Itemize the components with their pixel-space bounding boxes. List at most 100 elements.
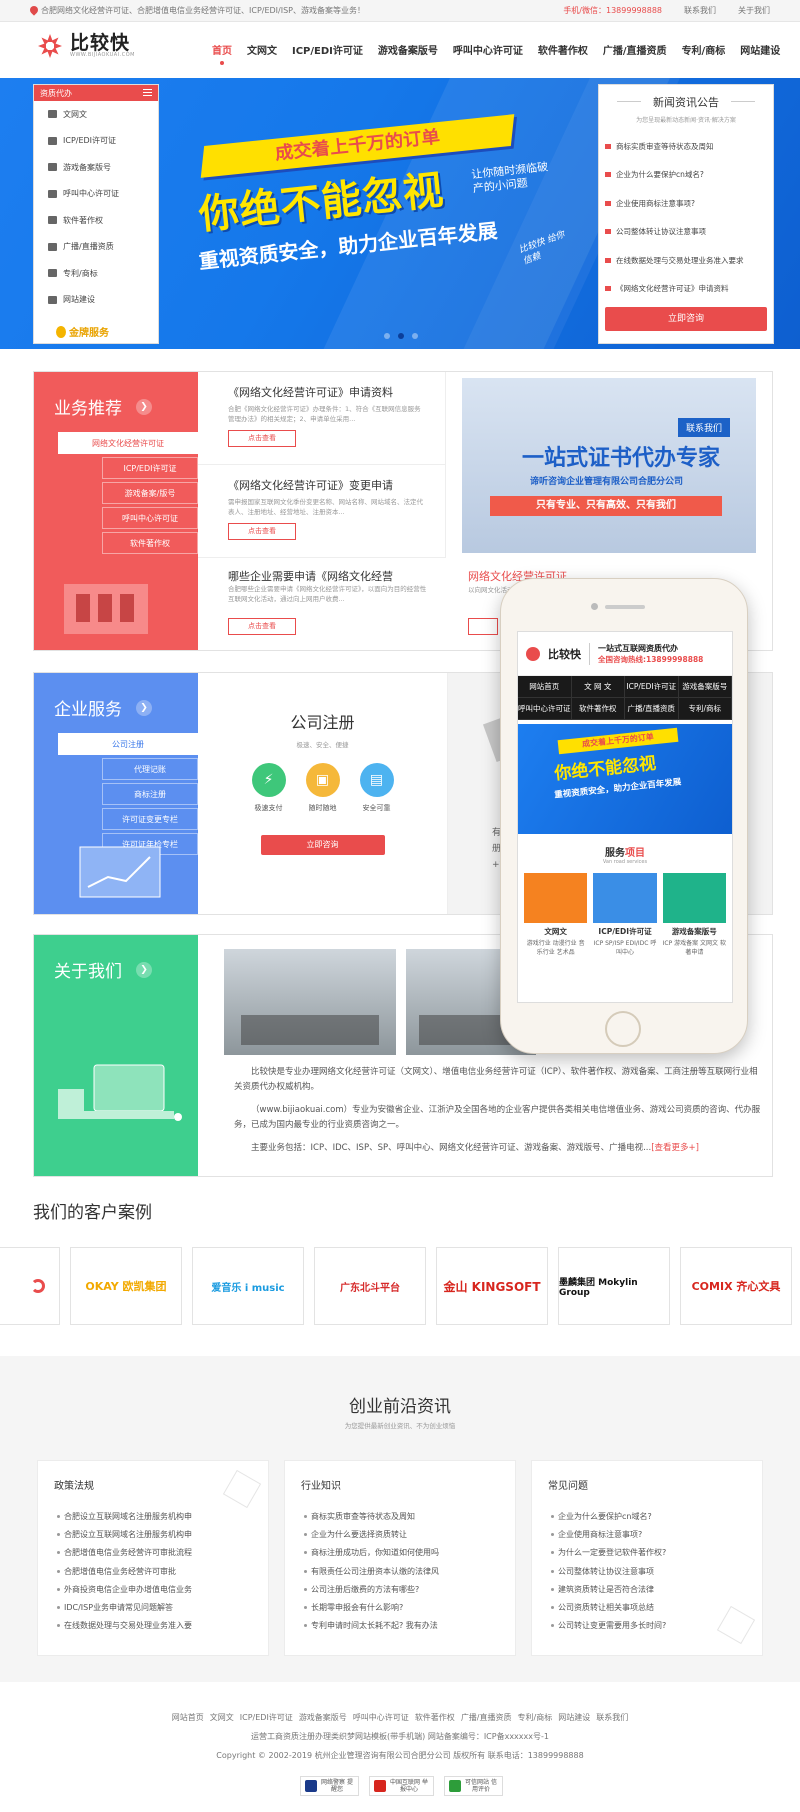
news-link[interactable]: 专利申请时间太长耗不起? 我有办法 — [304, 1620, 439, 1638]
news-link[interactable]: 公司整体转让协议注意事项 — [550, 1566, 666, 1584]
category-item[interactable]: 游戏备案版号 — [34, 154, 158, 181]
tab-icp[interactable]: ICP/EDI许可证 — [102, 457, 198, 479]
menu-icon[interactable] — [143, 89, 152, 96]
footer-link[interactable]: 游戏备案版号 — [299, 1712, 347, 1723]
category-item[interactable]: ICP/EDI许可证 — [34, 128, 158, 155]
footer-link[interactable]: 文网文 — [210, 1712, 234, 1723]
news-link[interactable]: IDC/ISP业务申请常见问题解答 — [57, 1602, 192, 1620]
contact-link[interactable]: 联系我们 — [684, 5, 716, 16]
mobile-nav-item[interactable]: 文 网 文 — [571, 676, 625, 698]
news-item[interactable]: 企业使用商标注意事项? — [599, 189, 773, 218]
tab-trademark[interactable]: 商标注册 — [102, 783, 198, 805]
client-logo[interactable]: 墨麟集团 Mokylin Group — [558, 1247, 670, 1325]
category-item[interactable]: 软件著作权 — [34, 207, 158, 234]
category-item[interactable]: 呼叫中心许可证 — [34, 181, 158, 208]
about-link[interactable]: 关于我们 — [738, 5, 770, 16]
news-link[interactable]: 合肥增值电信业务经营许可审批 — [57, 1566, 192, 1584]
carousel-dot[interactable] — [412, 333, 418, 339]
category-item[interactable]: 专利/商标 — [34, 260, 158, 287]
news-column-title[interactable]: 行业知识 — [301, 1477, 341, 1492]
promo-ad[interactable]: 联系我们 一站式证书代办专家 谛听咨询企业管理有限公司合肥分公司 只有专业、只有… — [462, 378, 756, 553]
view-button[interactable] — [468, 618, 498, 635]
news-column-title[interactable]: 常见问题 — [548, 1477, 588, 1492]
tab-callcenter[interactable]: 呼叫中心许可证 — [102, 507, 198, 529]
tab-company-reg[interactable]: 公司注册 — [58, 733, 198, 755]
police-badge[interactable]: 网络警察 提醒您 — [300, 1776, 359, 1796]
news-link[interactable]: 商标注册成功后，你知道如何使用吗 — [304, 1547, 439, 1565]
news-item[interactable]: 在线数据处理与交易处理业务准入要求 — [599, 246, 773, 275]
consult-button[interactable]: 立即咨询 — [260, 835, 385, 855]
mobile-logo[interactable]: 比较快 — [548, 646, 581, 662]
business-item-title[interactable]: 《网络文化经营许可证》变更申请 — [228, 477, 445, 493]
mobile-nav-item[interactable]: 广播/直播资质 — [625, 698, 679, 720]
tab-bookkeeping[interactable]: 代理记账 — [102, 758, 198, 780]
business-item-title[interactable]: 哪些企业需要申请《网络文化经营 — [228, 568, 393, 584]
tab-software[interactable]: 软件著作权 — [102, 532, 198, 554]
consult-now-button[interactable]: 立即咨询 — [605, 307, 767, 331]
contact-us-tag[interactable]: 联系我们 — [677, 418, 730, 437]
news-column-title[interactable]: 政策法规 — [54, 1477, 94, 1492]
footer-link[interactable]: 呼叫中心许可证 — [353, 1712, 409, 1723]
tab-wenwangwen[interactable]: 网络文化经营许可证 — [58, 432, 198, 454]
footer-link[interactable]: ICP/EDI许可证 — [240, 1712, 293, 1723]
carousel-dot-active[interactable] — [398, 333, 404, 339]
nav-software[interactable]: 软件著作权 — [538, 42, 588, 57]
client-logo[interactable]: 金山 KINGSOFT — [436, 1247, 548, 1325]
category-item[interactable]: 文网文 — [34, 101, 158, 128]
nav-website[interactable]: 网站建设 — [740, 42, 780, 57]
category-item[interactable]: 网站建设 — [34, 287, 158, 314]
tab-license-change[interactable]: 许可证变更专栏 — [102, 808, 198, 830]
mobile-nav-item[interactable]: 软件著作权 — [571, 698, 625, 720]
footer-link[interactable]: 广播/直播资质 — [461, 1712, 512, 1723]
news-item[interactable]: 企业为什么要保护cn域名? — [599, 161, 773, 190]
news-link[interactable]: 合肥设立互联网域名注册服务机构申 — [57, 1511, 192, 1529]
client-logo[interactable]: COMIX 齐心文具 — [680, 1247, 792, 1325]
news-link[interactable]: 为什么一定要登记软件著作权? — [550, 1547, 666, 1565]
news-link[interactable]: 在线数据处理与交易处理业务准入要 — [57, 1620, 192, 1638]
client-logo[interactable]: 爱音乐 i music — [192, 1247, 304, 1325]
nav-patent[interactable]: 专利/商标 — [682, 42, 726, 57]
nav-wenwangwen[interactable]: 文网文 — [247, 42, 277, 57]
news-link[interactable]: 合肥设立互联网域名注册服务机构申 — [57, 1529, 192, 1547]
news-link[interactable]: 公司资质转让相关事项总结 — [550, 1602, 666, 1620]
mobile-nav-item[interactable]: ICP/EDI许可证 — [625, 676, 679, 698]
phone-link[interactable]: 手机/微信：13899998888 — [563, 5, 662, 16]
report-badge[interactable]: 中国互联网 举报中心 — [369, 1776, 434, 1796]
nav-icp[interactable]: ICP/EDI许可证 — [292, 42, 363, 57]
view-button[interactable]: 点击查看 — [228, 618, 296, 635]
nav-game[interactable]: 游戏备案版号 — [378, 42, 438, 57]
category-item[interactable]: 广播/直播资质 — [34, 234, 158, 261]
arrow-right-icon[interactable]: ❯ — [136, 398, 152, 415]
news-link[interactable]: 建筑资质转让是否符合法律 — [550, 1584, 666, 1602]
news-link[interactable]: 外商投资电信企业申办增值电信业务 — [57, 1584, 192, 1602]
nav-callcenter[interactable]: 呼叫中心许可证 — [453, 42, 523, 57]
news-link[interactable]: 公司转让变更需要用多长时间? — [550, 1620, 666, 1638]
tab-game[interactable]: 游戏备案/版号 — [102, 482, 198, 504]
news-link[interactable]: 企业为什么要选择资质转让 — [304, 1529, 439, 1547]
news-item[interactable]: 商标实质审查等待状态及周知 — [599, 132, 773, 161]
mobile-service-card[interactable]: 游戏备案版号 ICP 游戏备案 文网文 软著申请 — [662, 873, 726, 957]
mobile-nav-item[interactable]: 网站首页 — [518, 676, 572, 698]
news-link[interactable]: 合肥增值电信业务经营许可审批流程 — [57, 1547, 192, 1565]
news-item[interactable]: 公司整体转让协议注意事项 — [599, 218, 773, 247]
site-logo[interactable]: 比较快 WWW.BIJIAOKUAI.COM — [36, 32, 135, 60]
news-link[interactable]: 有限责任公司注册资本认缴的法律风 — [304, 1566, 439, 1584]
arrow-right-icon[interactable]: ❯ — [136, 699, 152, 716]
mobile-hotline[interactable]: 全国咨询热线:13899998888 — [598, 654, 703, 665]
mobile-service-card[interactable]: ICP/EDI许可证 ICP SP/ISP EDI/IDC 呼叫中心 — [593, 873, 657, 957]
read-more-link[interactable]: [查看更多+] — [651, 1143, 699, 1153]
news-link[interactable]: 商标实质审查等待状态及周知 — [304, 1511, 439, 1529]
news-link[interactable]: 长期零申报会有什么影响? — [304, 1602, 439, 1620]
footer-link[interactable]: 网站建设 — [558, 1712, 590, 1723]
view-button[interactable]: 点击查看 — [228, 430, 296, 447]
carousel-dot[interactable] — [384, 333, 390, 339]
mobile-nav-item[interactable]: 专利/商标 — [678, 698, 732, 720]
news-link[interactable]: 企业为什么要保护cn域名? — [550, 1511, 666, 1529]
trust-badge[interactable]: 可信网站 信用评价 — [444, 1776, 503, 1796]
footer-link[interactable]: 软件著作权 — [415, 1712, 455, 1723]
arrow-right-icon[interactable]: ❯ — [136, 961, 152, 978]
view-button[interactable]: 点击查看 — [228, 523, 296, 540]
client-logo[interactable]: 广东北斗平台 — [314, 1247, 426, 1325]
client-logo[interactable]: OKAY 欧凯集团 — [70, 1247, 182, 1325]
news-item[interactable]: 《网络文化经营许可证》申请资料 — [599, 275, 773, 304]
